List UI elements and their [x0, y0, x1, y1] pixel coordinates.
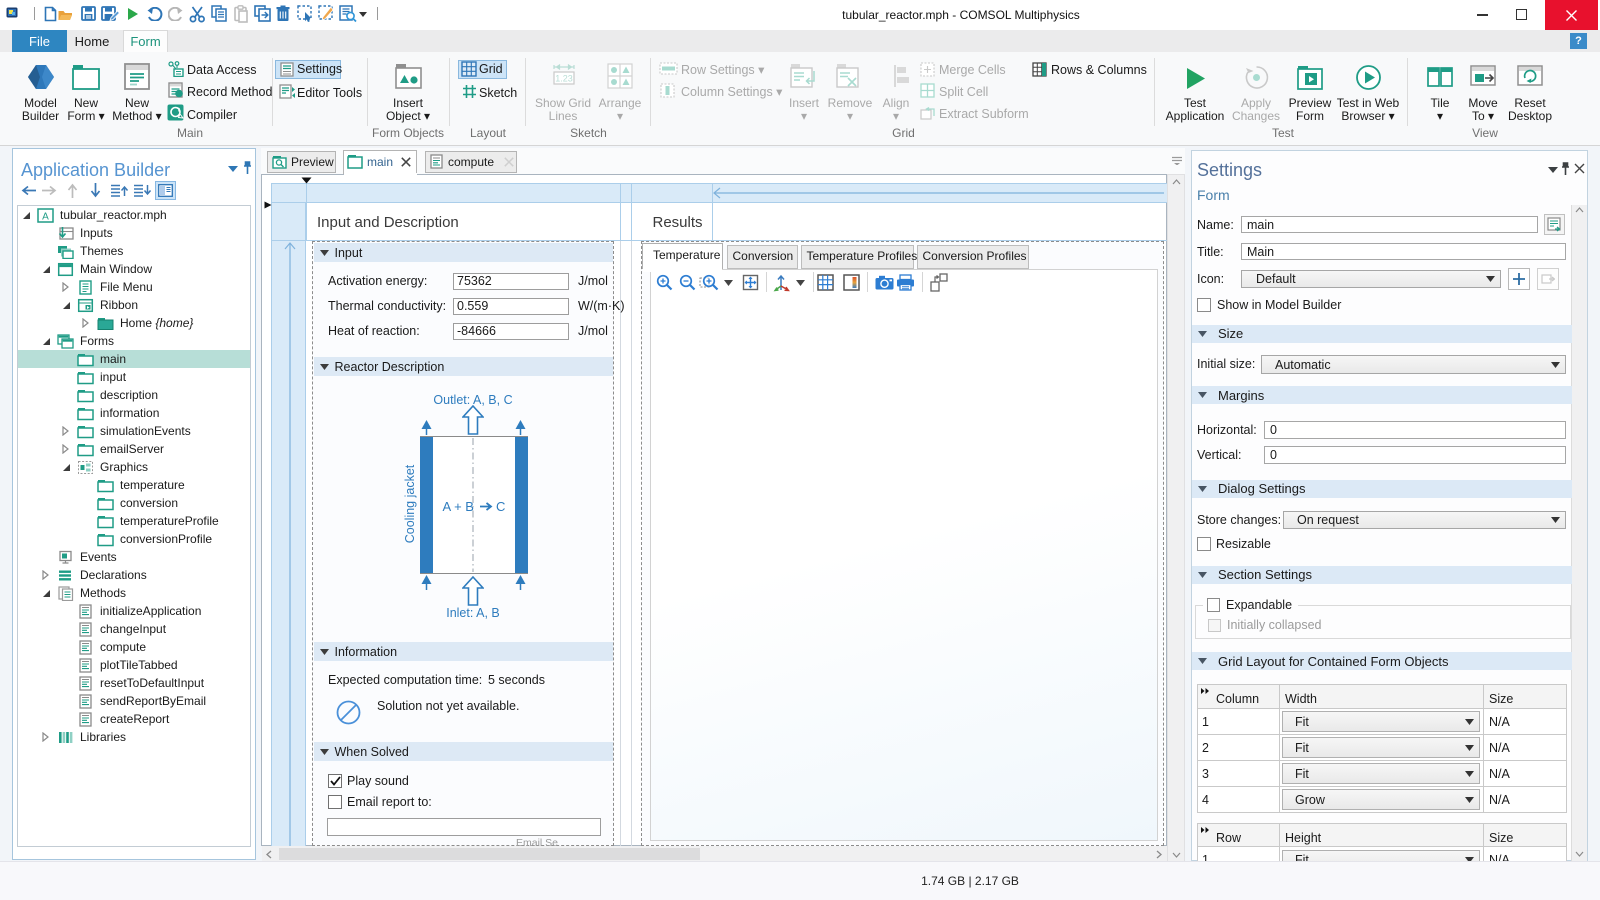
svg-text:A: A: [42, 211, 49, 222]
svg-text:1.23: 1.23: [555, 74, 573, 84]
